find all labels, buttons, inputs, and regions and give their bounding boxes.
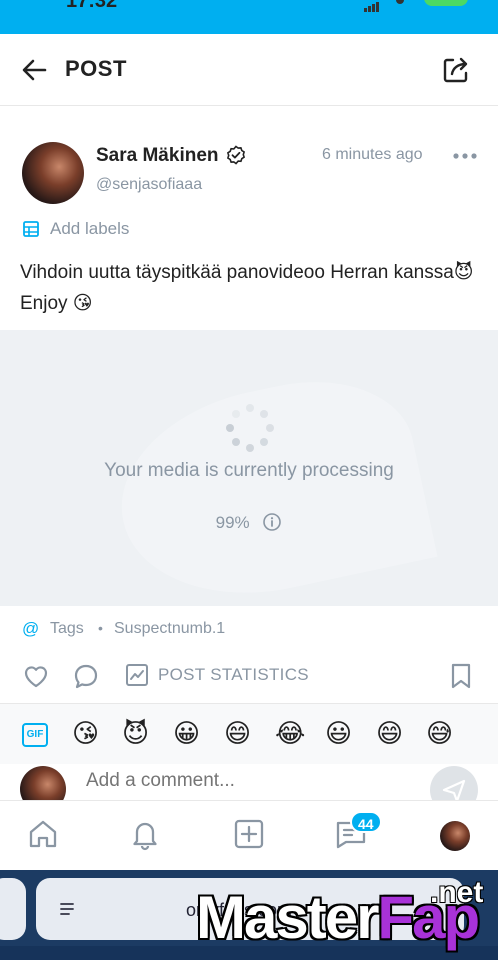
battery-indicator: 73 (424, 0, 468, 6)
processing-progress: 99% (0, 512, 498, 533)
page-title: POST (65, 56, 127, 81)
emoji-quick-bar: GIF 😘 😈 😀 😄 😂 😃 😄 😅 (0, 704, 498, 764)
emoji-button[interactable]: 😄 (224, 718, 251, 748)
commenter-avatar (20, 766, 66, 800)
author-username[interactable]: @senjasofiaaa (96, 176, 202, 194)
send-paper-plane-icon (442, 779, 466, 800)
page-settings-icon[interactable] (58, 900, 76, 918)
statistics-chart-icon[interactable] (124, 662, 150, 688)
more-options-icon[interactable] (452, 148, 478, 164)
home-icon[interactable] (26, 817, 60, 851)
emoji-button[interactable]: 😀 (173, 718, 200, 748)
back-arrow-icon[interactable] (18, 54, 50, 86)
verified-badge-icon (226, 145, 246, 165)
tag-item[interactable]: Suspectnumb.1 (114, 620, 225, 638)
emoji-button[interactable]: 😂 (275, 718, 305, 748)
bookmark-icon[interactable] (448, 662, 474, 690)
watermark-domain: .net (430, 876, 484, 909)
post-statistics-button[interactable]: POST STATISTICS (158, 665, 309, 685)
bottom-navigation: 44 (0, 800, 498, 870)
add-labels-label: Add labels (50, 219, 130, 238)
tags-separator: • (98, 620, 103, 636)
loading-spinner-icon (226, 404, 274, 452)
author-name[interactable]: Sara Mäkinen (96, 145, 219, 167)
share-icon[interactable] (440, 54, 472, 86)
processing-message: Your media is currently processing (104, 460, 394, 481)
emoji-button[interactable]: 😃 (325, 718, 352, 748)
label-list-icon (23, 221, 39, 237)
author-avatar[interactable] (22, 142, 84, 204)
emoji-button[interactable]: 😈 (122, 718, 149, 748)
emoji-button[interactable]: 😄 (376, 718, 403, 748)
wifi-icon (396, 0, 404, 4)
send-comment-button[interactable] (430, 766, 478, 800)
page-header: POST (0, 34, 498, 106)
gif-button[interactable]: GIF (22, 723, 48, 747)
post-timestamp: 6 minutes ago (322, 146, 423, 163)
profile-avatar[interactable] (440, 821, 470, 851)
create-post-plus-icon[interactable] (232, 817, 266, 851)
tags-label: Tags (50, 620, 84, 637)
processing-percent: 99% (215, 513, 250, 532)
comment-input[interactable] (86, 770, 406, 792)
status-bar: 17:32 73 (0, 0, 498, 34)
media-placeholder[interactable]: Your media is currently processing 99% (0, 330, 498, 606)
messages-count-badge: 44 (350, 811, 382, 833)
like-heart-icon[interactable] (22, 662, 50, 690)
at-sign-icon: @ (22, 619, 40, 638)
emoji-button[interactable]: 😅 (426, 718, 453, 748)
post-text: Vihdoin uutta täyspitkää panovideoo Herr… (20, 262, 474, 314)
signal-icon (364, 0, 380, 12)
notifications-bell-icon[interactable] (128, 817, 162, 851)
comment-bubble-icon[interactable] (72, 662, 100, 690)
browser-tab-stub[interactable] (0, 878, 26, 940)
post-author-row: Sara Mäkinen @senjasofiaaa 6 minutes ago (0, 140, 498, 210)
status-time: 17:32 (66, 0, 118, 12)
comment-composer (0, 762, 498, 800)
post-actions: POST STATISTICS (0, 656, 498, 704)
info-icon[interactable] (262, 512, 282, 532)
emoji-button[interactable]: 😘 (72, 718, 99, 748)
